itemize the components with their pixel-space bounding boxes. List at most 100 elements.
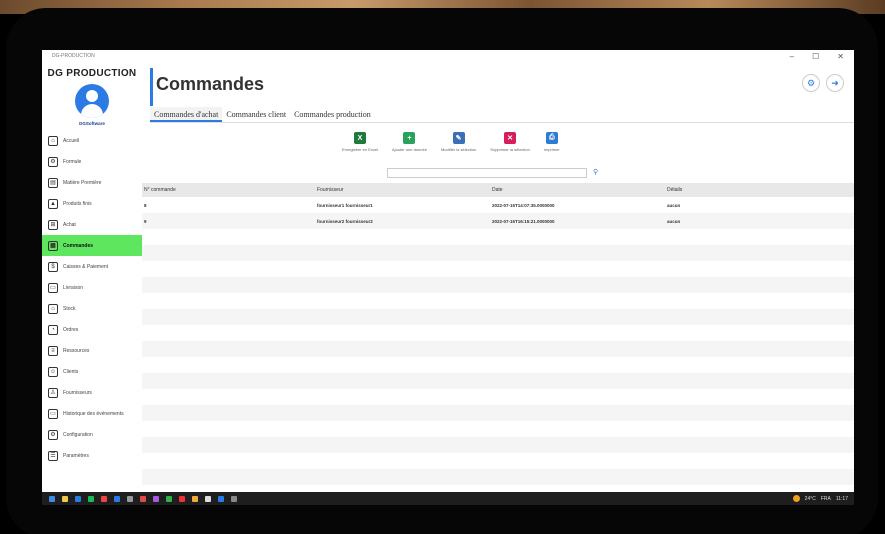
sidebar-item-11[interactable]: ☺ Clients bbox=[42, 361, 142, 382]
table-row[interactable] bbox=[142, 437, 854, 453]
sidebar-item-15[interactable]: ☰ Paramètres bbox=[42, 445, 142, 466]
taskbar-app-icon[interactable] bbox=[179, 495, 185, 502]
sidebar-item-5[interactable]: ▦ Commandes bbox=[42, 235, 142, 256]
table-row[interactable]: 8 fournisseur1 fournisseur1 2022-07-15T14:… bbox=[142, 197, 854, 213]
sidebar-item-14[interactable]: ⚙ Configuration bbox=[42, 424, 142, 445]
tab-commandes-achat[interactable]: Commandes d'achat bbox=[150, 107, 223, 122]
table-row[interactable] bbox=[142, 325, 854, 341]
order-icon: ◔ bbox=[48, 324, 58, 335]
weather-text[interactable]: 24°C bbox=[805, 496, 816, 502]
table-row[interactable] bbox=[142, 229, 854, 245]
tab-commandes-production[interactable]: Commandes production bbox=[290, 107, 375, 122]
column-header[interactable]: Fournisseur bbox=[317, 187, 492, 193]
table-row[interactable] bbox=[142, 245, 854, 261]
sidebar-item-10[interactable]: ≡ Ressources bbox=[42, 340, 142, 361]
taskbar-app-icon[interactable] bbox=[114, 495, 120, 502]
toolbar-label: Ajouter une donnée bbox=[392, 147, 427, 152]
minimize-button[interactable]: – bbox=[790, 52, 794, 61]
taskbar-app-icon[interactable] bbox=[62, 495, 68, 502]
taskbar-app-icon[interactable] bbox=[88, 495, 94, 502]
stock-icon: ⌂ bbox=[48, 303, 58, 314]
sidebar-item-6[interactable]: $ Caisses & Paiement bbox=[42, 256, 142, 277]
table-row[interactable] bbox=[142, 453, 854, 469]
sidebar-item-1[interactable]: ⚙ Formule bbox=[42, 151, 142, 172]
table-cell: 9 bbox=[144, 218, 147, 224]
maximize-button[interactable]: ☐ bbox=[812, 52, 819, 61]
taskbar-app-icon[interactable] bbox=[140, 495, 146, 502]
taskbar-app-icon[interactable] bbox=[218, 495, 224, 502]
settings-button[interactable]: ⚙ bbox=[802, 74, 820, 92]
clock[interactable]: 11:17 bbox=[836, 496, 848, 502]
table-row[interactable]: 9 fournisseur2 fournisseur2 2022-07-15T16:… bbox=[142, 213, 854, 229]
sidebar-item-7[interactable]: ▭ Livraison bbox=[42, 277, 142, 298]
table-cell: aucun bbox=[667, 218, 681, 224]
toolbar-button-3[interactable]: ✕ Supprimer la sélection bbox=[490, 132, 530, 152]
table-row[interactable] bbox=[142, 293, 854, 309]
sidebar-item-label: Formule bbox=[63, 158, 82, 165]
sidebar-item-2[interactable]: ▤ Matière Première bbox=[42, 172, 142, 193]
sidebar-item-3[interactable]: ▲ Produits finis bbox=[42, 193, 142, 214]
search-icon[interactable]: ⚲ bbox=[593, 168, 598, 176]
history-icon: ▭ bbox=[48, 408, 58, 419]
taskbar-app-icon[interactable] bbox=[49, 495, 55, 502]
sidebar-item-8[interactable]: ⌂ Stock bbox=[42, 298, 142, 319]
column-header[interactable]: Date bbox=[492, 187, 667, 193]
language-indicator[interactable]: FRA bbox=[821, 496, 831, 502]
taskbar-app-icon[interactable] bbox=[101, 495, 107, 502]
taskbar-app-icon[interactable] bbox=[205, 495, 211, 502]
sidebar-item-12[interactable]: ♙ Fournisseurs bbox=[42, 382, 142, 403]
table-row[interactable] bbox=[142, 309, 854, 325]
table-row[interactable] bbox=[142, 389, 854, 405]
sidebar-item-label: Ordres bbox=[63, 326, 79, 333]
sidebar-item-9[interactable]: ◔ Ordres bbox=[42, 319, 142, 340]
taskbar-app-icon[interactable] bbox=[166, 495, 172, 502]
table-row[interactable] bbox=[142, 277, 854, 293]
taskbar-app-icon[interactable] bbox=[153, 495, 159, 502]
sidebar-item-13[interactable]: ▭ Historique des événements bbox=[42, 403, 142, 424]
table-row[interactable] bbox=[142, 469, 854, 485]
table-row[interactable] bbox=[142, 373, 854, 389]
column-header[interactable]: Détails bbox=[667, 187, 847, 193]
table-header: N° commande Fournisseur Date Détails bbox=[142, 183, 854, 197]
toolbar-button-4[interactable]: ⎙ Imprimer bbox=[544, 132, 560, 152]
sidebar-item-label: Paramètres bbox=[63, 452, 89, 459]
home-icon: ⌂ bbox=[48, 135, 58, 146]
toolbar-label: Enregistrer en Excel bbox=[342, 147, 379, 152]
table-row[interactable] bbox=[142, 405, 854, 421]
table-row[interactable] bbox=[142, 261, 854, 277]
orders-table: N° commande Fournisseur Date Détails 8 fo… bbox=[142, 183, 854, 485]
search-input[interactable] bbox=[387, 168, 587, 178]
software-label: DGSoftware bbox=[79, 121, 105, 126]
toolbar-button-1[interactable]: + Ajouter une donnée bbox=[392, 132, 427, 152]
avatar bbox=[75, 84, 109, 118]
tab-commandes-client[interactable]: Commandes client bbox=[222, 107, 290, 122]
table-row[interactable] bbox=[142, 341, 854, 357]
sidebar-item-label: Matière Première bbox=[63, 179, 102, 186]
table-row[interactable] bbox=[142, 421, 854, 437]
taskbar-app-icon[interactable] bbox=[75, 495, 81, 502]
sidebar-item-4[interactable]: ⊞ Achat bbox=[42, 214, 142, 235]
table-cell: fournisseur2 fournisseur2 bbox=[317, 218, 373, 224]
formula-icon: ⚙ bbox=[48, 156, 58, 167]
taskbar-app-icon[interactable] bbox=[192, 495, 198, 502]
toolbar-button-0[interactable]: X Enregistrer en Excel bbox=[342, 132, 378, 152]
close-button[interactable]: ✕ bbox=[837, 52, 844, 61]
logout-button[interactable]: ➜ bbox=[826, 74, 844, 92]
cart-icon: ⊞ bbox=[48, 219, 58, 230]
taskbar: 24°C FRA 11:17 bbox=[42, 492, 854, 505]
delete-icon: ✕ bbox=[504, 132, 517, 144]
toolbar-label: Supprimer la sélection bbox=[490, 147, 530, 152]
gear-icon: ⚙ bbox=[806, 77, 816, 88]
column-header[interactable]: N° commande bbox=[142, 187, 317, 193]
main-content: Commandes ⚙ ➜ Commandes d'achat Commande… bbox=[142, 62, 854, 492]
sidebar-item-label: Commandes bbox=[63, 242, 94, 249]
taskbar-app-icon[interactable] bbox=[231, 495, 237, 502]
add-icon: + bbox=[403, 132, 416, 144]
toolbar-button-2[interactable]: ✎ Modifier la sélection bbox=[441, 132, 476, 152]
sidebar-item-0[interactable]: ⌂ Accueil bbox=[42, 130, 142, 151]
table-row[interactable] bbox=[142, 357, 854, 373]
table-body: 8 fournisseur1 fournisseur1 2022-07-15T14:… bbox=[142, 197, 854, 485]
taskbar-app-icon[interactable] bbox=[127, 495, 133, 502]
sidebar-item-label: Configuration bbox=[63, 431, 93, 438]
table-cell: 8 bbox=[144, 202, 147, 208]
